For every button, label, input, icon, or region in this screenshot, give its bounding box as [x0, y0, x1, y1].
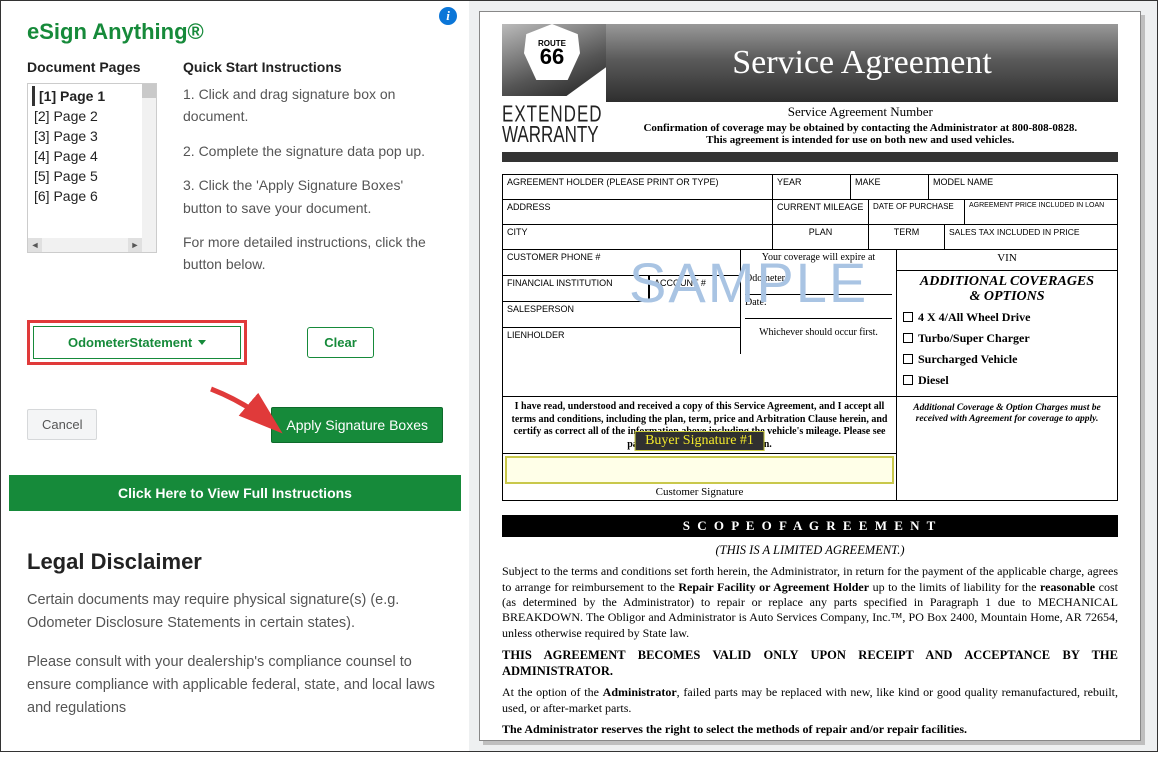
- cancel-button[interactable]: Cancel: [27, 409, 97, 440]
- scope-heading: S C O P E O F A G R E E M E N T: [502, 515, 1118, 537]
- field-tax: SALES TAX INCLUDED IN PRICE: [945, 225, 1117, 249]
- controls-row: OdometerStatement Clear: [1, 298, 469, 373]
- page-item-1[interactable]: [1] Page 1: [32, 86, 152, 106]
- page-list[interactable]: [1] Page 1 [2] Page 2 [3] Page 3 [4] Pag…: [27, 83, 157, 253]
- page-item-4[interactable]: [4] Page 4: [32, 146, 152, 166]
- form-table: AGREEMENT HOLDER (PLEASE PRINT OR TYPE) …: [502, 174, 1118, 501]
- option-4x4: 4 X 4/All Wheel Drive: [903, 310, 1111, 325]
- document-viewer[interactable]: ROUTE 66 Service Agreement EXTENDED WARR…: [469, 1, 1157, 751]
- checkbox-icon: [903, 333, 913, 343]
- options-note: Additional Coverage & Option Charges mus…: [897, 403, 1117, 425]
- pages-heading: Document Pages: [27, 59, 157, 75]
- page-item-6[interactable]: [6] Page 6: [32, 186, 152, 206]
- route66-logo: ROUTE 66: [502, 24, 606, 96]
- field-acct: ACCOUNT #: [649, 276, 741, 302]
- document-title: Service Agreement: [606, 24, 1118, 102]
- instructions-text: 1. Click and drag signature box on docum…: [183, 83, 443, 276]
- annotation-arrow-icon: [207, 383, 287, 443]
- field-year: YEAR: [773, 175, 851, 199]
- field-holder: AGREEMENT HOLDER (PLEASE PRINT OR TYPE): [503, 175, 773, 199]
- info-icon[interactable]: i: [439, 7, 457, 25]
- legal-disclaimer: Legal Disclaimer Certain documents may r…: [1, 527, 469, 759]
- field-model: MODEL NAME: [929, 175, 1117, 199]
- limited-note: (THIS IS A LIMITED AGREEMENT.): [502, 543, 1118, 558]
- field-address: ADDRESS: [503, 200, 773, 224]
- page-item-3[interactable]: [3] Page 3: [32, 126, 152, 146]
- field-city: CITY: [503, 225, 773, 249]
- checkbox-icon: [903, 375, 913, 385]
- action-row: Cancel Apply Signature Boxes: [1, 373, 469, 459]
- scrollbar-vertical[interactable]: [142, 84, 156, 238]
- instructions-heading: Quick Start Instructions: [183, 59, 443, 75]
- option-surcharged: Surcharged Vehicle: [903, 352, 1111, 367]
- scroll-left-icon[interactable]: ◄: [28, 238, 42, 252]
- sidebar-panel: i eSign Anything® Document Pages [1] Pag…: [1, 1, 469, 751]
- field-dop: DATE OF PURCHASE: [869, 200, 965, 224]
- checkbox-icon: [903, 354, 913, 364]
- field-plan: PLAN: [773, 225, 869, 249]
- field-phone: CUSTOMER PHONE #: [503, 250, 741, 276]
- apply-signature-boxes-button[interactable]: Apply Signature Boxes: [271, 407, 443, 443]
- page-item-5[interactable]: [5] Page 5: [32, 166, 152, 186]
- view-full-instructions-button[interactable]: Click Here to View Full Instructions: [9, 475, 461, 511]
- scrollbar-horizontal[interactable]: ◄ ►: [28, 238, 156, 252]
- signature-overlay-label[interactable]: Buyer Signature #1: [634, 431, 765, 451]
- signature-caption: Customer Signature: [503, 486, 896, 500]
- agreement-body: Subject to the terms and conditions set …: [502, 564, 1118, 737]
- field-make: MAKE: [851, 175, 929, 199]
- sa-number-label: Service Agreement Number: [603, 104, 1118, 120]
- scroll-right-icon[interactable]: ►: [128, 238, 142, 252]
- app-title: eSign Anything®: [27, 19, 443, 45]
- document-page[interactable]: ROUTE 66 Service Agreement EXTENDED WARR…: [479, 11, 1141, 741]
- options-block: VIN ADDITIONAL COVERAGES & OPTIONS 4 X 4…: [897, 250, 1117, 396]
- field-priceloan: AGREEMENT PRICE INCLUDED IN LOAN: [965, 200, 1117, 224]
- confirmation-line-2: This agreement is intended for use on bo…: [603, 134, 1118, 146]
- template-dropdown[interactable]: OdometerStatement: [33, 326, 241, 359]
- signature-box[interactable]: [505, 456, 894, 484]
- main-section: eSign Anything® Document Pages [1] Page …: [1, 1, 469, 298]
- page-item-2[interactable]: [2] Page 2: [32, 106, 152, 126]
- field-lien: LIENHOLDER: [503, 328, 741, 354]
- disclaimer-p1: Certain documents may require physical s…: [27, 589, 443, 635]
- checkbox-icon: [903, 312, 913, 322]
- field-sales: SALESPERSON: [503, 302, 741, 328]
- confirmation-line-1: Confirmation of coverage may be obtained…: [603, 122, 1118, 134]
- caret-down-icon: [198, 340, 206, 345]
- option-turbo: Turbo/Super Charger: [903, 331, 1111, 346]
- field-fin: FINANCIAL INSTITUTION: [503, 276, 649, 302]
- clear-button[interactable]: Clear: [307, 327, 374, 358]
- expiry-block: Your coverage will expire at Odometer: D…: [741, 250, 897, 396]
- option-diesel: Diesel: [903, 373, 1111, 388]
- extended-warranty-logo: EXTENDED WARRANTY: [502, 104, 603, 161]
- field-term: TERM: [869, 225, 945, 249]
- field-mileage: CURRENT MILEAGE: [773, 200, 869, 224]
- disclaimer-heading: Legal Disclaimer: [27, 549, 443, 575]
- dropdown-highlight: OdometerStatement: [27, 320, 247, 365]
- disclaimer-p2: Please consult with your dealership's co…: [27, 651, 443, 721]
